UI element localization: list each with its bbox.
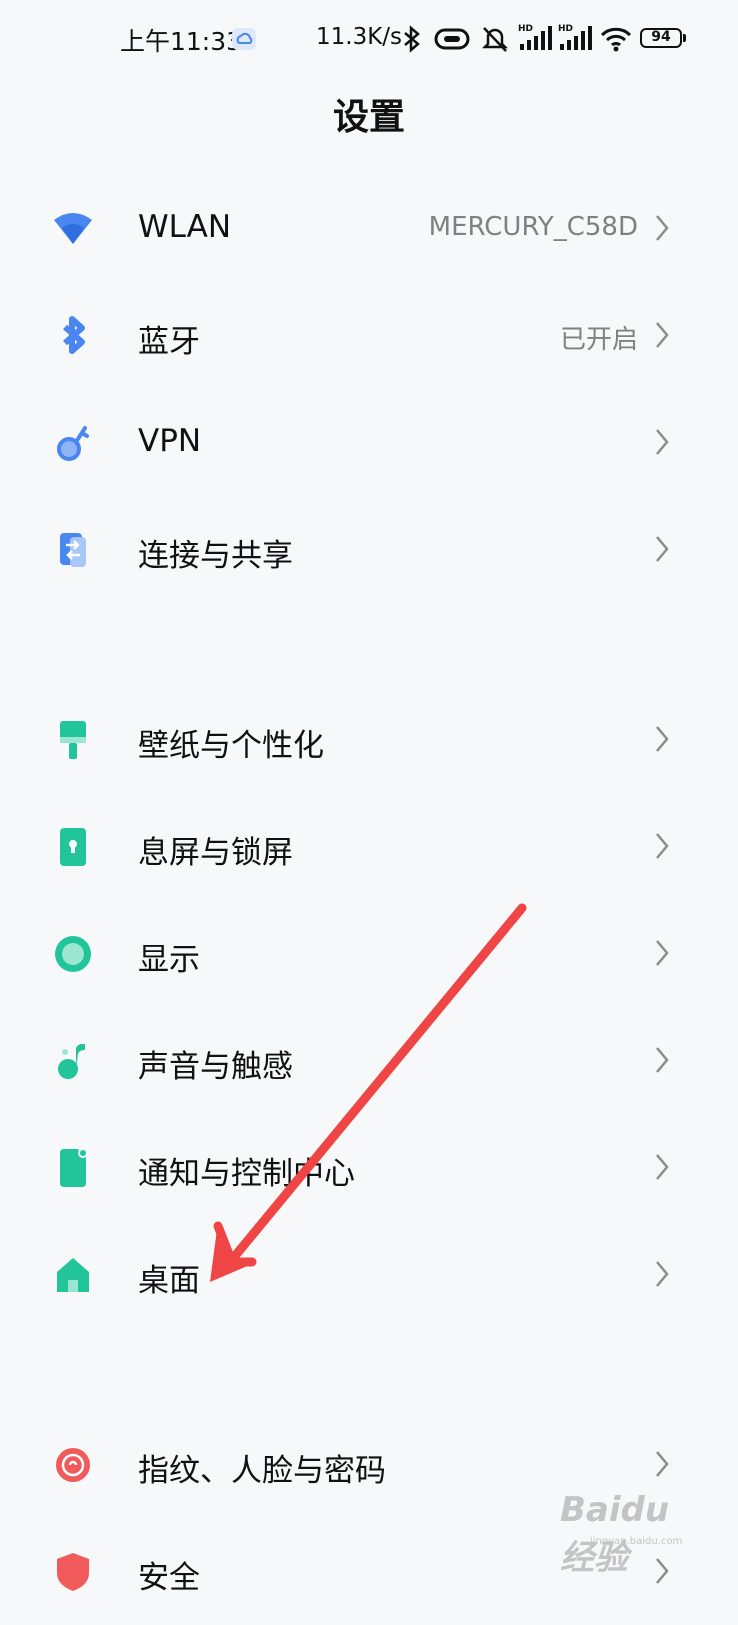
chevron-right-icon (656, 1558, 669, 1584)
chevron-right-icon (656, 940, 669, 966)
settings-item-label: 息屏与锁屏 (138, 835, 293, 871)
settings-item-vpn[interactable]: VPN (0, 389, 738, 496)
chevron-right-icon (656, 429, 669, 455)
chevron-right-icon (656, 833, 669, 859)
settings-item-connection-sharing[interactable]: 连接与共享 (0, 496, 738, 603)
net-speed: 11.3K/s (316, 24, 403, 50)
settings-item-label: 壁纸与个性化 (138, 728, 324, 764)
settings-item-label: 显示 (138, 942, 200, 978)
settings-item-wlan[interactable]: WLAN MERCURY_C58D (0, 175, 738, 282)
signal-hd-icon: HD (558, 24, 592, 50)
settings-item-sound[interactable]: 声音与触感 (0, 1007, 738, 1114)
settings-item-home-screen[interactable]: 桌面 (0, 1221, 738, 1328)
settings-item-label: 连接与共享 (138, 538, 293, 574)
settings-item-label: 指纹、人脸与密码 (138, 1453, 386, 1489)
wifi-icon (600, 27, 632, 52)
chevron-right-icon (656, 536, 669, 562)
display-icon (52, 933, 94, 975)
svg-text:HD: HD (518, 24, 533, 34)
bluetooth-icon (52, 315, 94, 357)
chevron-right-icon (656, 1261, 669, 1287)
page-title: 设置 (332, 97, 405, 138)
lock-icon (52, 826, 94, 868)
settings-item-value: MERCURY_C58D (428, 212, 638, 242)
settings-item-label: 安全 (138, 1560, 200, 1596)
svg-text:HD: HD (558, 24, 573, 34)
settings-item-label: WLAN (138, 209, 232, 245)
mute-icon (481, 27, 509, 52)
settings-item-display[interactable]: 显示 (0, 900, 738, 1007)
settings-item-lock-screen[interactable]: 息屏与锁屏 (0, 793, 738, 900)
bluetooth-icon (404, 25, 420, 53)
vpn-key-icon (52, 422, 94, 464)
chevron-right-icon (656, 215, 669, 241)
status-bar: 上午11:33 11.3K/s HD HD 94 (0, 0, 738, 80)
settings-item-wallpaper[interactable]: 壁纸与个性化 (0, 686, 738, 793)
chevron-right-icon (656, 322, 669, 348)
music-note-icon (52, 1040, 94, 1082)
settings-item-label: 声音与触感 (138, 1049, 293, 1085)
chevron-right-icon (656, 1154, 669, 1180)
chevron-right-icon (656, 1451, 669, 1477)
watermark-sub: jingyan.baidu.com (590, 1536, 683, 1547)
settings-item-value: 已开启 (559, 325, 638, 355)
settings-item-label: 蓝牙 (138, 324, 200, 360)
settings-item-notifications[interactable]: 通知与控制中心 (0, 1114, 738, 1221)
signal-hd-icon: HD (518, 24, 552, 50)
settings-item-label: 桌面 (138, 1263, 200, 1299)
fingerprint-icon (52, 1444, 94, 1486)
cloud-sync-icon (232, 28, 256, 50)
battery-icon: 94 (640, 28, 686, 48)
shield-icon (52, 1551, 94, 1593)
notification-icon (52, 1147, 94, 1189)
status-time: 上午11:33 (120, 27, 243, 56)
settings-item-bluetooth[interactable]: 蓝牙 已开启 (0, 282, 738, 389)
brush-icon (52, 719, 94, 761)
wifi-icon (52, 208, 94, 250)
settings-item-label: 通知与控制中心 (138, 1156, 355, 1192)
chevron-right-icon (656, 1047, 669, 1073)
home-icon (52, 1254, 94, 1296)
share-icon (52, 529, 94, 571)
chevron-right-icon (656, 726, 669, 752)
settings-item-label: VPN (138, 423, 202, 459)
nfc-icon (434, 28, 470, 50)
watermark-logo: Baidu经验 jingyan.baidu.com (560, 1490, 690, 1578)
